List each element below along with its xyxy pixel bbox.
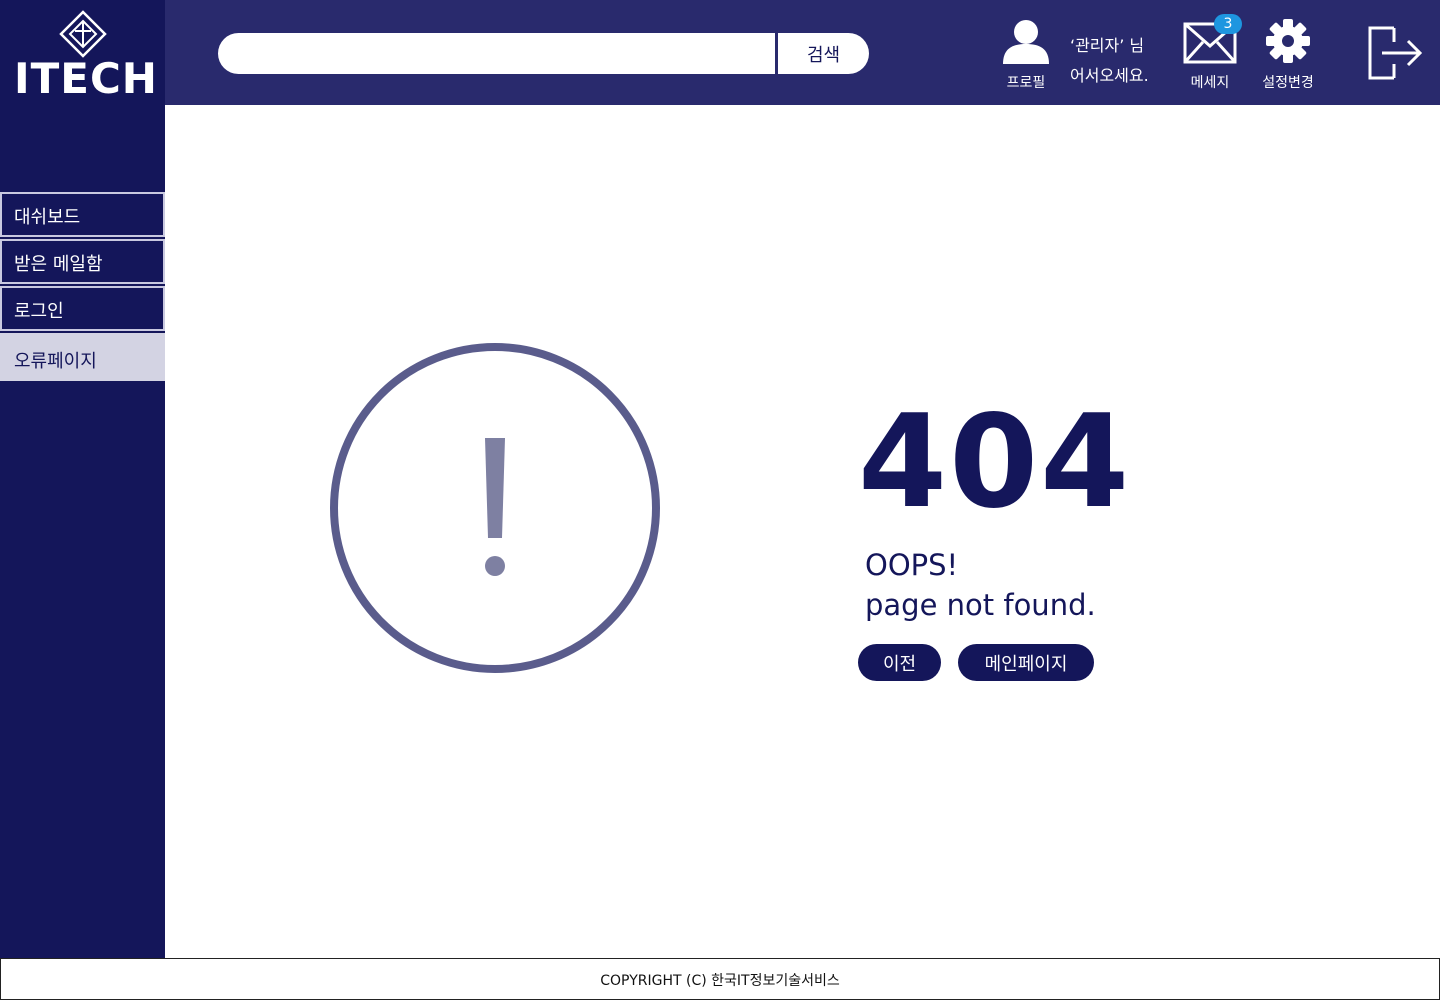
sidebar-item-login[interactable]: 로그인 bbox=[0, 286, 165, 331]
message-label: 메세지 bbox=[1190, 75, 1230, 91]
logout-button[interactable] bbox=[1365, 24, 1425, 86]
logo[interactable]: ITECH bbox=[0, 0, 165, 105]
top-header: 검색 프로필 ‘관리자’ 님 어서오세요. 3 메세지 설정변경 bbox=[165, 0, 1440, 105]
error-code: 404 bbox=[858, 388, 1132, 537]
message-button[interactable]: 3 메세지 bbox=[1180, 14, 1242, 92]
main-page-button[interactable]: 메인페이지 bbox=[958, 644, 1094, 681]
logout-icon bbox=[1368, 26, 1423, 80]
settings-label: 설정변경 bbox=[1262, 75, 1314, 91]
welcome-message: ‘관리자’ 님 어서오세요. bbox=[1070, 31, 1170, 91]
message-count-badge: 3 bbox=[1214, 14, 1242, 34]
previous-button[interactable]: 이전 bbox=[858, 644, 941, 681]
error-line1: OOPS! bbox=[865, 548, 959, 582]
sidebar-nav: 대쉬보드 받은 메일함 로그인 오류페이지 bbox=[0, 192, 165, 383]
settings-button[interactable]: 설정변경 bbox=[1253, 18, 1323, 92]
search-input[interactable] bbox=[218, 33, 775, 74]
alert-circle-icon bbox=[330, 343, 660, 673]
search-button[interactable]: 검색 bbox=[778, 33, 869, 74]
profile-label: 프로필 bbox=[1006, 75, 1046, 91]
profile-button[interactable]: 프로필 bbox=[995, 18, 1057, 92]
sidebar: ITECH 대쉬보드 받은 메일함 로그인 오류페이지 bbox=[0, 0, 165, 958]
sidebar-item-dashboard[interactable]: 대쉬보드 bbox=[0, 192, 165, 237]
user-icon bbox=[1003, 20, 1049, 64]
copyright-text: COPYRIGHT (C) 한국IT정보기술서비스 bbox=[600, 973, 840, 989]
welcome-line1: ‘관리자’ 님 bbox=[1070, 36, 1145, 55]
error-line2: page not found. bbox=[865, 588, 1096, 622]
logo-diamond-icon bbox=[59, 10, 107, 58]
welcome-line2: 어서오세요. bbox=[1070, 66, 1149, 85]
page: ITECH 대쉬보드 받은 메일함 로그인 오류페이지 검색 프로필 ‘관리자’… bbox=[0, 0, 1440, 1000]
error-message: OOPS! page not found. bbox=[865, 545, 1096, 625]
sidebar-item-inbox[interactable]: 받은 메일함 bbox=[0, 239, 165, 284]
sidebar-item-error-page[interactable]: 오류페이지 bbox=[0, 333, 165, 381]
gear-icon bbox=[1266, 19, 1310, 63]
logo-text: ITECH bbox=[14, 54, 158, 103]
footer: COPYRIGHT (C) 한국IT정보기술서비스 bbox=[0, 958, 1440, 1000]
